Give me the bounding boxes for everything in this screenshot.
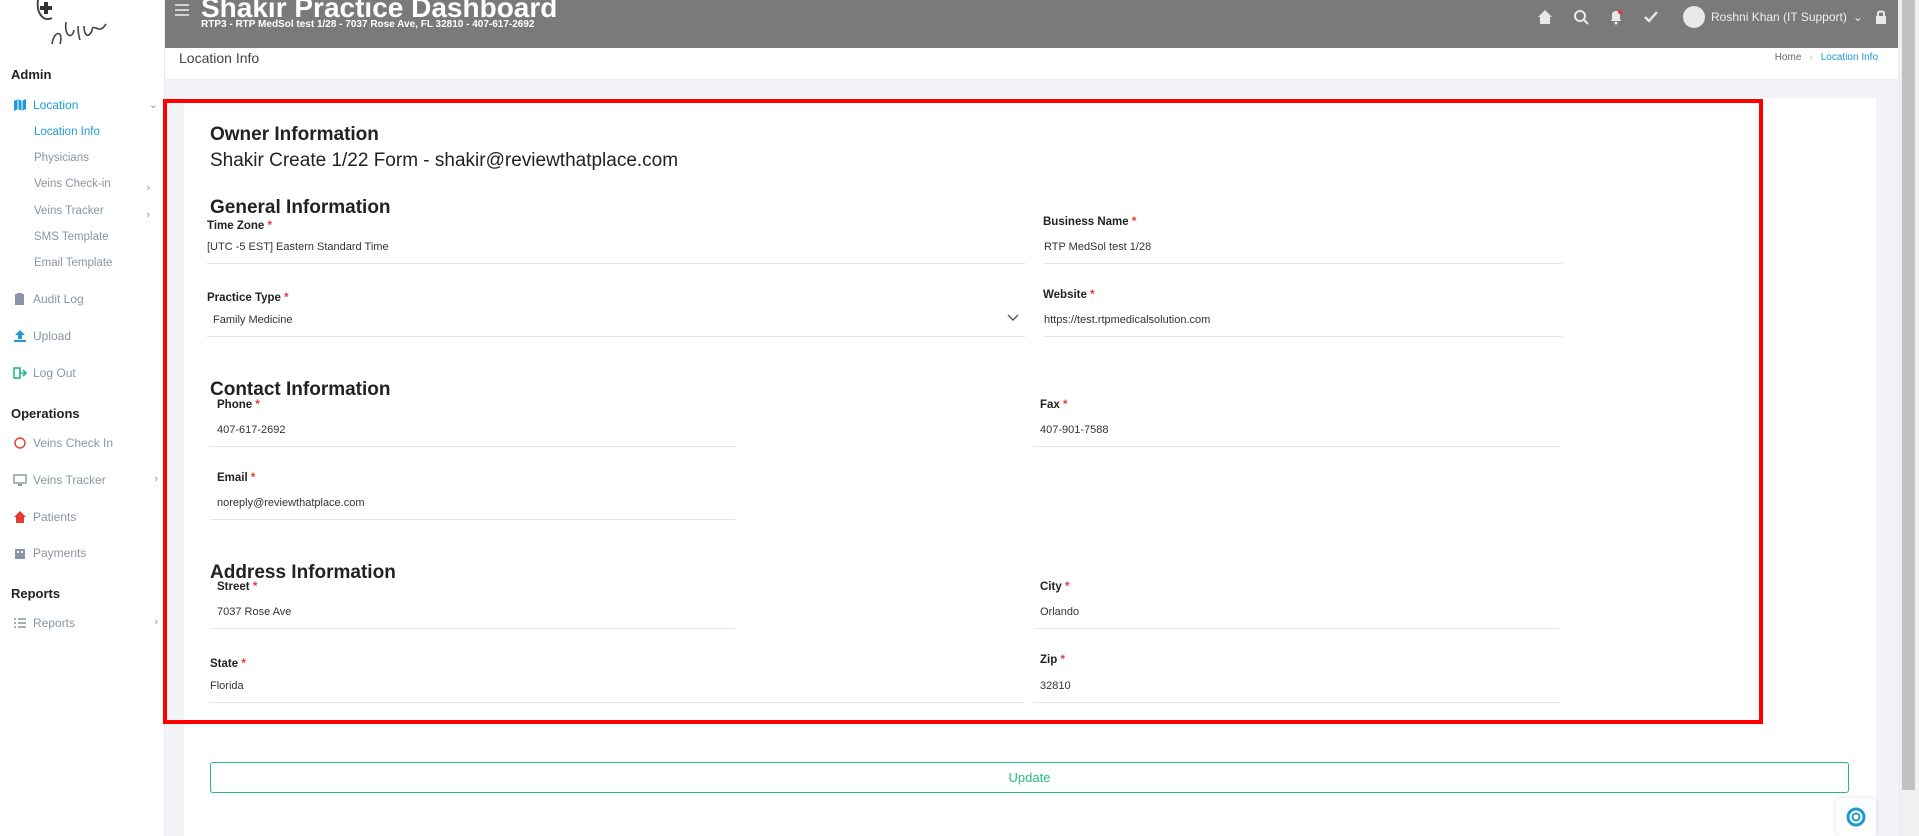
- owner-details: Shakir Create 1/22 Form - shakir@reviewt…: [210, 150, 679, 171]
- time-zone-label: Time Zone *: [207, 220, 272, 232]
- sidebar-item-sms-template[interactable]: SMS Template: [34, 231, 109, 243]
- website-label: Website *: [1043, 289, 1095, 301]
- breadcrumb-home[interactable]: Home: [1775, 52, 1802, 63]
- chevron-down-icon: ⌄: [148, 99, 158, 111]
- sidebar-item-email-template[interactable]: Email Template: [34, 257, 112, 269]
- sidebar-item-label: Location: [33, 98, 79, 112]
- practice-type-label: Practice Type *: [207, 292, 289, 304]
- check-icon[interactable]: [1643, 9, 1659, 25]
- list-icon: [14, 618, 26, 628]
- user-menu[interactable]: Roshni Khan (IT Support) ⌄: [1683, 6, 1863, 28]
- sidebar-item-upload[interactable]: Upload: [13, 329, 71, 343]
- business-name-field[interactable]: RTP MedSol test 1/28: [1043, 241, 1562, 264]
- sidebar-item-label: Payments: [33, 546, 87, 560]
- city-field[interactable]: Orlando: [1034, 606, 1559, 629]
- sidebar-item-location-info[interactable]: Location Info: [34, 126, 100, 138]
- time-zone-field[interactable]: [UTC -5 EST] Eastern Standard Time: [207, 241, 1025, 264]
- sidebar-section-admin: Admin: [11, 67, 52, 82]
- practice-type-select[interactable]: Family Medicine: [207, 314, 1025, 337]
- upload-icon: [14, 330, 26, 342]
- chevron-right-icon: ›: [146, 182, 150, 194]
- veins-logo: [36, 0, 107, 45]
- circle-icon: [14, 437, 26, 449]
- sidebar-item-label: Veins Tracker: [33, 473, 106, 487]
- search-icon[interactable]: [1573, 9, 1589, 25]
- phone-label: Phone *: [217, 399, 260, 411]
- phone-field[interactable]: 407-617-2692: [210, 424, 735, 447]
- scrollbar-thumb[interactable]: [1902, 0, 1915, 790]
- sidebar-item-label: Log Out: [33, 366, 76, 380]
- avatar: [1683, 6, 1705, 28]
- sidebar-item-label: Audit Log: [33, 292, 84, 306]
- update-button[interactable]: Update: [210, 762, 1849, 793]
- zip-field[interactable]: 32810: [1034, 680, 1559, 703]
- chevron-down-icon: [1007, 314, 1019, 321]
- sidebar-item-reports[interactable]: Reports ›: [13, 616, 158, 630]
- email-field[interactable]: noreply@reviewthatplace.com: [210, 497, 735, 520]
- sidebar-item-location[interactable]: Location ⌄: [13, 98, 158, 112]
- zip-label: Zip *: [1040, 654, 1065, 666]
- sidebar-item-logout[interactable]: Log Out: [13, 366, 76, 380]
- contact-heading: Contact Information: [210, 379, 391, 400]
- practice-type-value: Family Medicine: [213, 314, 293, 326]
- page-title: Location Info: [179, 50, 260, 66]
- clipboard-icon: [15, 293, 24, 305]
- chevron-right-icon: ›: [154, 616, 158, 628]
- lifebuoy-icon: [1846, 807, 1866, 827]
- owner-heading: Owner Information: [210, 124, 379, 145]
- chevron-right-icon: ›: [146, 209, 150, 221]
- street-label: Street *: [217, 581, 258, 593]
- website-field[interactable]: https://test.rtpmedicalsolution.com: [1043, 314, 1562, 337]
- home-icon: [14, 511, 26, 523]
- sidebar-item-label: Reports: [33, 616, 76, 630]
- sidebar-item-patients[interactable]: Patients: [13, 510, 76, 524]
- sidebar-item-physicians[interactable]: Physicians: [34, 152, 89, 164]
- lock-icon[interactable]: [1873, 9, 1889, 25]
- general-heading: General Information: [210, 197, 391, 218]
- sidebar-item-label: Veins Check In: [33, 436, 114, 450]
- sidebar-item-label: Patients: [33, 510, 77, 524]
- user-name: Roshni Khan (IT Support): [1711, 10, 1847, 24]
- email-label: Email *: [217, 472, 256, 484]
- page-title-bar: Location Info Home › Location Info: [165, 48, 1898, 80]
- sidebar-item-audit-log[interactable]: Audit Log: [13, 292, 84, 306]
- state-field[interactable]: Florida: [210, 680, 1025, 703]
- business-name-label: Business Name *: [1043, 216, 1137, 228]
- sidebar-item-label: Upload: [33, 329, 72, 343]
- logout-icon: [13, 367, 27, 379]
- fax-label: Fax *: [1040, 399, 1068, 411]
- top-header: Shakir Practice Dashboard RTP3 - RTP Med…: [165, 0, 1898, 48]
- help-widget[interactable]: [1836, 798, 1876, 836]
- sidebar-item-veins-tracker-sub[interactable]: Veins Tracker: [34, 205, 104, 217]
- location-subtitle: RTP3 - RTP MedSol test 1/28 - 7037 Rose …: [201, 19, 535, 30]
- home-icon[interactable]: [1537, 9, 1553, 25]
- breadcrumb: Home › Location Info: [1775, 52, 1878, 63]
- sidebar-item-veins-check-in[interactable]: Veins Check-in: [34, 178, 111, 190]
- sidebar-item-veins-tracker[interactable]: Veins Tracker ›: [13, 473, 158, 487]
- sidebar-item-payments[interactable]: Payments: [13, 546, 86, 560]
- bell-icon[interactable]: [1608, 9, 1624, 25]
- sidebar-section-reports: Reports: [11, 586, 61, 601]
- chevron-right-icon: ›: [154, 473, 158, 485]
- street-field[interactable]: 7037 Rose Ave: [210, 606, 735, 629]
- city-label: City *: [1040, 581, 1070, 593]
- chevron-right-icon: ›: [1809, 52, 1813, 63]
- chevron-down-icon: ⌄: [1852, 10, 1863, 24]
- map-icon: [14, 99, 26, 111]
- breadcrumb-current: Location Info: [1820, 52, 1878, 63]
- menu-icon[interactable]: [175, 4, 189, 16]
- form-card: [184, 98, 1876, 836]
- building-icon: [15, 549, 25, 559]
- scrollbar[interactable]: [1898, 0, 1919, 836]
- monitor-icon: [13, 474, 27, 486]
- sidebar: Admin Location ⌄ Location Info Physician…: [0, 0, 165, 836]
- sidebar-item-veins-check-in-ops[interactable]: Veins Check In: [13, 436, 113, 450]
- sidebar-section-operations: Operations: [11, 406, 80, 421]
- state-label: State *: [210, 658, 246, 670]
- fax-field[interactable]: 407-901-7588: [1034, 424, 1559, 447]
